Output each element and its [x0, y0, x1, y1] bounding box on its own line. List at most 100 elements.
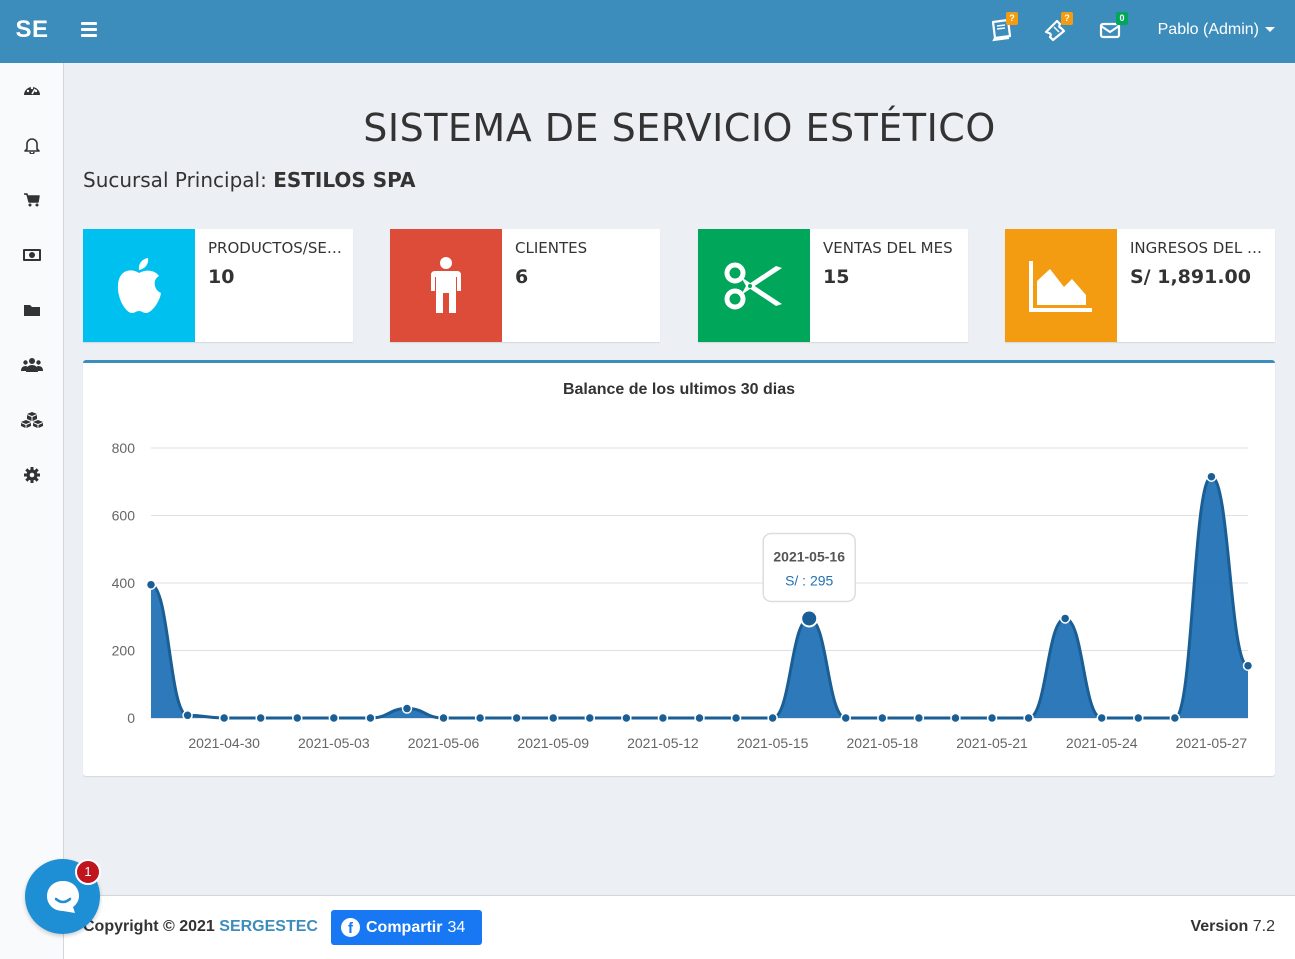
x-tick-label: 2021-05-24 — [1066, 735, 1138, 751]
y-tick-label: 800 — [112, 440, 136, 456]
data-point — [730, 712, 742, 724]
gear-icon — [23, 467, 40, 483]
data-point — [877, 712, 888, 724]
data-point — [584, 712, 596, 724]
version-label: Version — [1190, 918, 1249, 935]
brand-logo[interactable]: SE — [0, 0, 64, 63]
info-box-sales[interactable]: VENTAS DEL MES 15 — [698, 229, 968, 342]
sidebar-item-clients[interactable] — [0, 345, 63, 385]
info-box-products-label: PRODUCTOS/SERVICIOS — [208, 239, 343, 257]
facebook-share-button[interactable]: f Compartir 34 — [331, 910, 482, 945]
data-point — [365, 712, 376, 724]
x-tick-label: 2021-05-15 — [737, 735, 809, 751]
data-point — [950, 712, 961, 724]
page-title: SISTEMA DE SERVICIO ESTÉTICO — [363, 106, 996, 150]
x-tick-label: 2021-05-03 — [298, 735, 370, 751]
info-box-clients-value: 6 — [515, 266, 529, 288]
nav-messages-badge: 0 — [1116, 12, 1128, 25]
money-icon — [22, 249, 41, 261]
data-point — [913, 712, 925, 724]
area-chart-icon — [1029, 260, 1092, 312]
apple-icon — [117, 257, 161, 313]
balance-chart: 0 200 400 600 800 2021-04-30 2021-05-03 2021-05… — [112, 440, 1254, 751]
x-tick-label: 2021-05-06 — [408, 735, 480, 751]
nav-book-badge: ? — [1006, 12, 1018, 25]
share-label: Compartir — [366, 918, 443, 936]
info-box-products-icon-area — [83, 229, 195, 342]
branch-line: Sucursal Principal: ESTILOS SPA — [83, 168, 415, 192]
sidebar-item-files[interactable] — [0, 290, 63, 330]
user-menu-dropdown[interactable]: Pablo (Admin) — [1158, 21, 1275, 39]
data-point — [1169, 712, 1181, 724]
chat-icon — [46, 880, 79, 913]
x-tick-label: 2021-05-12 — [627, 735, 699, 751]
version: Version 7.2 — [1190, 918, 1275, 936]
data-point — [621, 712, 632, 724]
info-box-income-icon-area — [1005, 229, 1117, 342]
person-icon — [431, 256, 461, 313]
x-tick-label: 2021-05-27 — [1176, 735, 1248, 751]
tooltip-value: S/ : 295 — [785, 572, 833, 588]
nav-messages-button[interactable]: 0 — [1098, 12, 1128, 46]
caret-down-icon — [1265, 27, 1275, 33]
data-point — [800, 609, 819, 628]
sidebar-toggle-button[interactable] — [79, 22, 99, 40]
data-point — [1206, 471, 1217, 482]
info-box-products[interactable]: PRODUCTOS/SERVICIOS 10 — [83, 229, 353, 342]
balance-chart-panel: Balance de los ultimos 30 dias 0 200 400 60… — [83, 360, 1275, 776]
data-point — [511, 712, 522, 724]
y-tick-label: 200 — [112, 643, 136, 659]
data-point — [840, 712, 852, 724]
data-point — [657, 712, 669, 724]
data-point — [1059, 613, 1071, 624]
nav-book-button[interactable]: ? — [988, 12, 1018, 46]
sidebar-item-settings[interactable] — [0, 455, 63, 495]
data-point — [145, 579, 157, 590]
data-point — [1133, 712, 1144, 724]
folder-icon — [23, 305, 40, 316]
data-point — [547, 712, 559, 724]
data-point — [218, 712, 230, 724]
data-point — [1096, 712, 1107, 724]
copyright-text: Copyright © 2021 — [83, 918, 215, 935]
dashboard-icon — [23, 86, 40, 95]
data-point — [292, 712, 303, 724]
sidebar-item-dashboard[interactable] — [0, 70, 63, 110]
data-point — [182, 710, 193, 721]
sidebar-item-sales[interactable] — [0, 180, 63, 220]
nav-ticket-button[interactable]: ? — [1043, 12, 1073, 46]
bell-icon — [23, 138, 40, 154]
data-point — [1023, 712, 1034, 724]
tooltip-box — [762, 532, 856, 603]
y-tick-label: 600 — [112, 508, 136, 524]
y-tick-label: 0 — [127, 710, 135, 726]
x-tick-label: 2021-05-21 — [956, 735, 1028, 751]
data-point — [767, 712, 778, 724]
info-box-products-value: 10 — [208, 266, 235, 288]
info-box-clients-label: CLIENTES — [515, 239, 588, 257]
sidebar — [0, 63, 64, 959]
data-point — [986, 712, 998, 724]
copyright: Copyright © 2021 SERGESTEC — [83, 918, 318, 936]
data-point — [474, 712, 486, 724]
info-box-sales-icon-area — [698, 229, 810, 342]
version-value: 7.2 — [1252, 918, 1275, 935]
sidebar-item-cash[interactable] — [0, 235, 63, 275]
data-point — [328, 712, 340, 724]
x-tick-label: 2021-05-09 — [517, 735, 589, 751]
info-box-income-value: S/ 1,891.00 — [1130, 266, 1251, 288]
users-icon — [20, 358, 43, 372]
sidebar-item-notifications[interactable] — [0, 125, 63, 165]
share-count: 34 — [447, 918, 466, 936]
info-box-clients-icon-area — [390, 229, 502, 342]
sidebar-item-inventory[interactable] — [0, 400, 63, 440]
info-box-sales-value: 15 — [823, 266, 850, 288]
top-navbar: SE ? ? 0 Pablo (Admin) — [0, 0, 1295, 63]
chat-badge: 1 — [75, 859, 101, 885]
tooltip-date: 2021-05-16 — [773, 548, 845, 564]
branch-name: ESTILOS SPA — [273, 168, 416, 192]
info-box-clients[interactable]: CLIENTES 6 — [390, 229, 660, 342]
info-box-income[interactable]: INGRESOS DEL MES S/ 1,891.00 — [1005, 229, 1275, 342]
x-tick-label: 2021-04-30 — [188, 735, 260, 751]
company-link[interactable]: SERGESTEC — [219, 918, 318, 935]
